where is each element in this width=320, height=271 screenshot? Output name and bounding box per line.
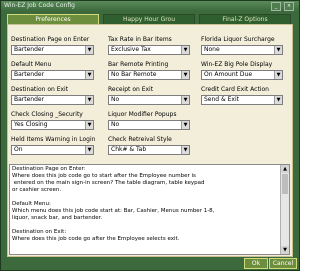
chevron-down-icon[interactable]: ▼ (181, 71, 189, 79)
field-label: Destination Page on Enter (11, 36, 90, 43)
dropdown-value: Yes Closing (14, 121, 48, 128)
field-label: Credit Card Exit Action (201, 86, 269, 93)
dropdown-value: Bartender (14, 46, 45, 53)
dropdown-value: No Bar Remote (111, 71, 157, 78)
preferences-panel: Destination Page on Enter Bartender ▼ Ta… (7, 24, 293, 257)
minimize-icon[interactable]: _ (271, 2, 281, 11)
check-closing-security-dropdown[interactable]: Yes Closing ▼ (11, 120, 94, 130)
dropdown-value: Chk# & Tab (111, 146, 147, 153)
chevron-down-icon[interactable]: ▼ (85, 121, 93, 129)
default-menu-dropdown[interactable]: Bartender ▼ (11, 70, 94, 80)
held-items-warning-dropdown[interactable]: On ▼ (11, 145, 94, 155)
dropdown-value: Bartender (14, 71, 45, 78)
chevron-down-icon[interactable]: ▼ (85, 46, 93, 54)
liquor-modifier-popups-dropdown[interactable]: No ▼ (108, 120, 190, 130)
field-label: Check Retreival Style (108, 136, 172, 143)
help-scrollbar[interactable]: ▲ ▼ (280, 165, 289, 254)
chevron-down-icon[interactable]: ▼ (181, 146, 189, 154)
chevron-down-icon[interactable]: ▼ (274, 71, 282, 79)
job-code-config-window: Win-EZ Job Code Config _ × Preferences H… (0, 0, 300, 271)
dropdown-value: None (204, 46, 220, 53)
dropdown-value: On Amount Due (204, 71, 253, 78)
credit-card-exit-action-dropdown[interactable]: Send & Exit ▼ (201, 95, 283, 105)
bar-remote-printing-dropdown[interactable]: No Bar Remote ▼ (108, 70, 190, 80)
field-label: Bar Remote Printing (108, 61, 169, 68)
chevron-down-icon[interactable]: ▼ (181, 46, 189, 54)
scroll-thumb[interactable] (282, 174, 288, 194)
receipt-on-exit-dropdown[interactable]: No ▼ (108, 95, 190, 105)
big-pole-display-dropdown[interactable]: On Amount Due ▼ (201, 70, 283, 80)
field-label: Florida Liquor Surcharge (201, 36, 275, 43)
chevron-down-icon[interactable]: ▼ (85, 146, 93, 154)
ok-button[interactable]: Ok (244, 258, 268, 269)
field-label: Default Menu (11, 61, 52, 68)
chevron-down-icon[interactable]: ▼ (274, 46, 282, 54)
help-text: Destination Page on Enter: Where does th… (12, 166, 215, 242)
chevron-down-icon[interactable]: ▼ (85, 71, 93, 79)
field-label: Receipt on Exit (108, 86, 154, 93)
tab-bar: Preferences Happy Hour Grou Final-Z Opti… (7, 14, 293, 25)
dropdown-value: Bartender (14, 96, 45, 103)
field-label: Held Items Warning in Login (11, 136, 96, 143)
field-label: Liquor Modifier Popups (108, 111, 177, 118)
cancel-button[interactable]: Cancel (269, 258, 297, 269)
chevron-down-icon[interactable]: ▼ (274, 96, 282, 104)
field-label: Tax Rate in Bar Items (108, 36, 172, 43)
dropdown-value: On (14, 146, 23, 153)
field-label: Win-EZ Big Pole Display (201, 61, 273, 68)
check-retreival-style-dropdown[interactable]: Chk# & Tab ▼ (108, 145, 190, 155)
field-label: Destination on Exit (11, 86, 69, 93)
scroll-up-icon[interactable]: ▲ (281, 165, 289, 173)
close-icon[interactable]: × (284, 2, 294, 11)
help-text-area[interactable]: Destination Page on Enter: Where does th… (9, 164, 290, 255)
destination-page-on-enter-dropdown[interactable]: Bartender ▼ (11, 45, 94, 55)
field-label: Check Closing _Security (11, 111, 83, 118)
chevron-down-icon[interactable]: ▼ (85, 96, 93, 104)
dropdown-value: Send & Exit (204, 96, 239, 103)
dropdown-value: No (111, 96, 120, 103)
chevron-down-icon[interactable]: ▼ (181, 96, 189, 104)
window-title: Win-EZ Job Code Config (4, 2, 75, 9)
destination-on-exit-dropdown[interactable]: Bartender ▼ (11, 95, 94, 105)
chevron-down-icon[interactable]: ▼ (181, 121, 189, 129)
tax-rate-dropdown[interactable]: Exclusive Tax ▼ (108, 45, 190, 55)
scroll-down-icon[interactable]: ▼ (281, 246, 289, 254)
dropdown-value: No (111, 121, 120, 128)
dropdown-value: Exclusive Tax (111, 46, 151, 53)
florida-liquor-surcharge-dropdown[interactable]: None ▼ (201, 45, 283, 55)
title-bar: Win-EZ Job Code Config _ × (1, 1, 299, 11)
